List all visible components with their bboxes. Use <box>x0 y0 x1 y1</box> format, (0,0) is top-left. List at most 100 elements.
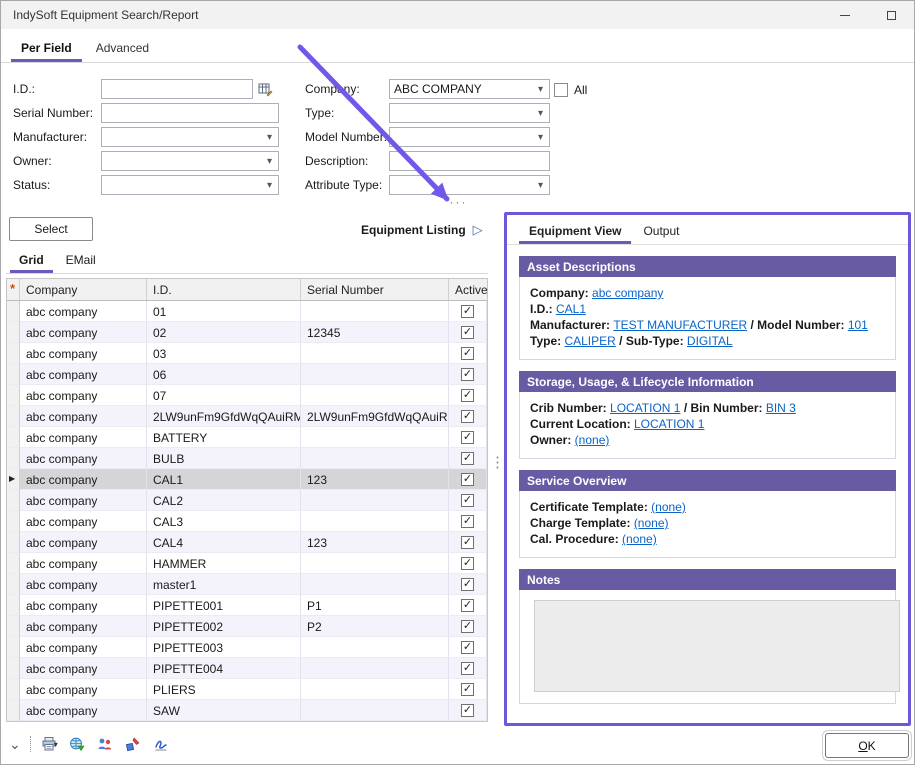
table-row[interactable]: abc companyPIPETTE001P1 ✓ <box>7 595 487 616</box>
cell-serial[interactable] <box>301 511 449 532</box>
active-checkbox[interactable]: ✓ <box>461 347 474 360</box>
cell-company[interactable]: abc company <box>20 553 147 574</box>
cell-serial[interactable] <box>301 637 449 658</box>
cell-serial[interactable] <box>301 427 449 448</box>
column-header-active[interactable]: Active <box>449 279 487 300</box>
cell-id[interactable]: CAL4 <box>147 532 301 553</box>
detail-link[interactable]: DIGITAL <box>687 334 733 348</box>
tab-equipment-view[interactable]: Equipment View <box>519 219 631 244</box>
table-row[interactable]: abc companyCAL2✓ <box>7 490 487 511</box>
detail-link[interactable]: abc company <box>592 286 663 300</box>
cell-company[interactable]: abc company <box>20 364 147 385</box>
active-checkbox[interactable]: ✓ <box>461 662 474 675</box>
cell-id[interactable]: PIPETTE001 <box>147 595 301 616</box>
notes-box[interactable] <box>534 600 900 692</box>
play-icon[interactable]: ▷ <box>473 222 483 238</box>
active-checkbox[interactable]: ✓ <box>461 599 474 612</box>
table-row[interactable]: abc companyPIPETTE003 ✓ <box>7 637 487 658</box>
active-checkbox[interactable]: ✓ <box>461 557 474 570</box>
manufacturer-combo[interactable]: ▾ <box>101 127 279 147</box>
cell-company[interactable]: abc company <box>20 448 147 469</box>
chevron-down-icon[interactable]: ▾ <box>532 104 549 122</box>
cell-company[interactable]: abc company <box>20 343 147 364</box>
detail-link[interactable]: CAL1 <box>556 302 586 316</box>
minimize-button[interactable] <box>822 1 868 29</box>
table-row[interactable]: abc company01✓ <box>7 301 487 322</box>
cell-serial[interactable] <box>301 385 449 406</box>
active-checkbox[interactable]: ✓ <box>461 641 474 654</box>
tab-grid[interactable]: Grid <box>10 249 53 273</box>
cell-company[interactable]: abc company <box>20 616 147 637</box>
chevron-down-icon[interactable]: ▾ <box>532 176 549 194</box>
detail-link[interactable]: (none) <box>622 532 657 546</box>
active-checkbox[interactable]: ✓ <box>461 620 474 633</box>
tab-advanced[interactable]: Advanced <box>86 35 159 62</box>
table-row[interactable]: abc companyCAL3✓ <box>7 511 487 532</box>
active-checkbox[interactable]: ✓ <box>461 326 474 339</box>
cell-id[interactable]: 03 <box>147 343 301 364</box>
active-checkbox[interactable]: ✓ <box>461 683 474 696</box>
active-checkbox[interactable]: ✓ <box>461 368 474 381</box>
table-row[interactable]: abc companyBATTERY✓ <box>7 427 487 448</box>
cell-serial[interactable]: 123 <box>301 532 449 553</box>
maximize-button[interactable] <box>868 1 914 29</box>
table-row[interactable]: abc companyPLIERS ✓ <box>7 679 487 700</box>
type-combo[interactable]: ▾ <box>389 103 550 123</box>
id-input[interactable] <box>101 79 253 99</box>
chevron-down-icon[interactable]: ▾ <box>532 128 549 146</box>
chevron-down-icon[interactable]: ▾ <box>261 152 278 170</box>
detail-link[interactable]: (none) <box>651 500 686 514</box>
chevron-down-icon[interactable]: ▾ <box>261 176 278 194</box>
table-row[interactable]: abc companyPIPETTE002P2✓ <box>7 616 487 637</box>
table-row[interactable]: ▶abc companyCAL1123✓ <box>7 469 487 490</box>
cell-id[interactable]: master1 <box>147 574 301 595</box>
cell-company[interactable]: abc company <box>20 511 147 532</box>
cell-id[interactable]: PIPETTE002 <box>147 616 301 637</box>
detail-link[interactable]: LOCATION 1 <box>610 401 680 415</box>
cell-company[interactable]: abc company <box>20 469 147 490</box>
active-checkbox[interactable]: ✓ <box>461 410 474 423</box>
active-checkbox[interactable]: ✓ <box>461 494 474 507</box>
print-icon[interactable]: ▾ <box>40 735 59 753</box>
active-checkbox[interactable]: ✓ <box>461 452 474 465</box>
cell-id[interactable]: CAL3 <box>147 511 301 532</box>
cell-id[interactable]: PIPETTE003 <box>147 637 301 658</box>
tab-output[interactable]: Output <box>633 219 689 244</box>
all-checkbox[interactable] <box>554 83 568 97</box>
tab-email[interactable]: EMail <box>57 249 105 273</box>
cell-company[interactable]: abc company <box>20 595 147 616</box>
table-row[interactable]: abc company06✓ <box>7 364 487 385</box>
cell-id[interactable]: PLIERS <box>147 679 301 700</box>
cell-serial[interactable] <box>301 343 449 364</box>
cell-company[interactable]: abc company <box>20 679 147 700</box>
column-header-company[interactable]: Company <box>20 279 147 300</box>
active-checkbox[interactable]: ✓ <box>461 431 474 444</box>
cell-company[interactable]: abc company <box>20 301 147 322</box>
table-row[interactable]: abc company03 ✓ <box>7 343 487 364</box>
detail-link[interactable]: BIN 3 <box>766 401 796 415</box>
cell-company[interactable]: abc company <box>20 637 147 658</box>
detail-link[interactable]: CALIPER <box>564 334 615 348</box>
select-button[interactable]: Select <box>9 217 93 241</box>
active-checkbox[interactable]: ✓ <box>461 536 474 549</box>
cell-id[interactable]: 2LW9unFm9GfdWqQAuiRMLl <box>147 406 301 427</box>
table-row[interactable]: abc company07✓ <box>7 385 487 406</box>
serial-input[interactable] <box>101 103 279 123</box>
cell-company[interactable]: abc company <box>20 385 147 406</box>
active-checkbox[interactable]: ✓ <box>461 578 474 591</box>
cell-company[interactable]: abc company <box>20 406 147 427</box>
tab-per-field[interactable]: Per Field <box>11 35 82 62</box>
cell-serial[interactable] <box>301 301 449 322</box>
cell-id[interactable]: CAL2 <box>147 490 301 511</box>
cell-serial[interactable] <box>301 700 449 721</box>
cell-id[interactable]: 02 <box>147 322 301 343</box>
cell-serial[interactable] <box>301 448 449 469</box>
cell-serial[interactable]: P1 <box>301 595 449 616</box>
cell-id[interactable]: PIPETTE004 <box>147 658 301 679</box>
users-icon[interactable] <box>96 735 115 753</box>
active-checkbox[interactable]: ✓ <box>461 389 474 402</box>
detail-link[interactable]: 101 <box>848 318 868 332</box>
cell-company[interactable]: abc company <box>20 658 147 679</box>
cell-company[interactable]: abc company <box>20 700 147 721</box>
cell-company[interactable]: abc company <box>20 427 147 448</box>
